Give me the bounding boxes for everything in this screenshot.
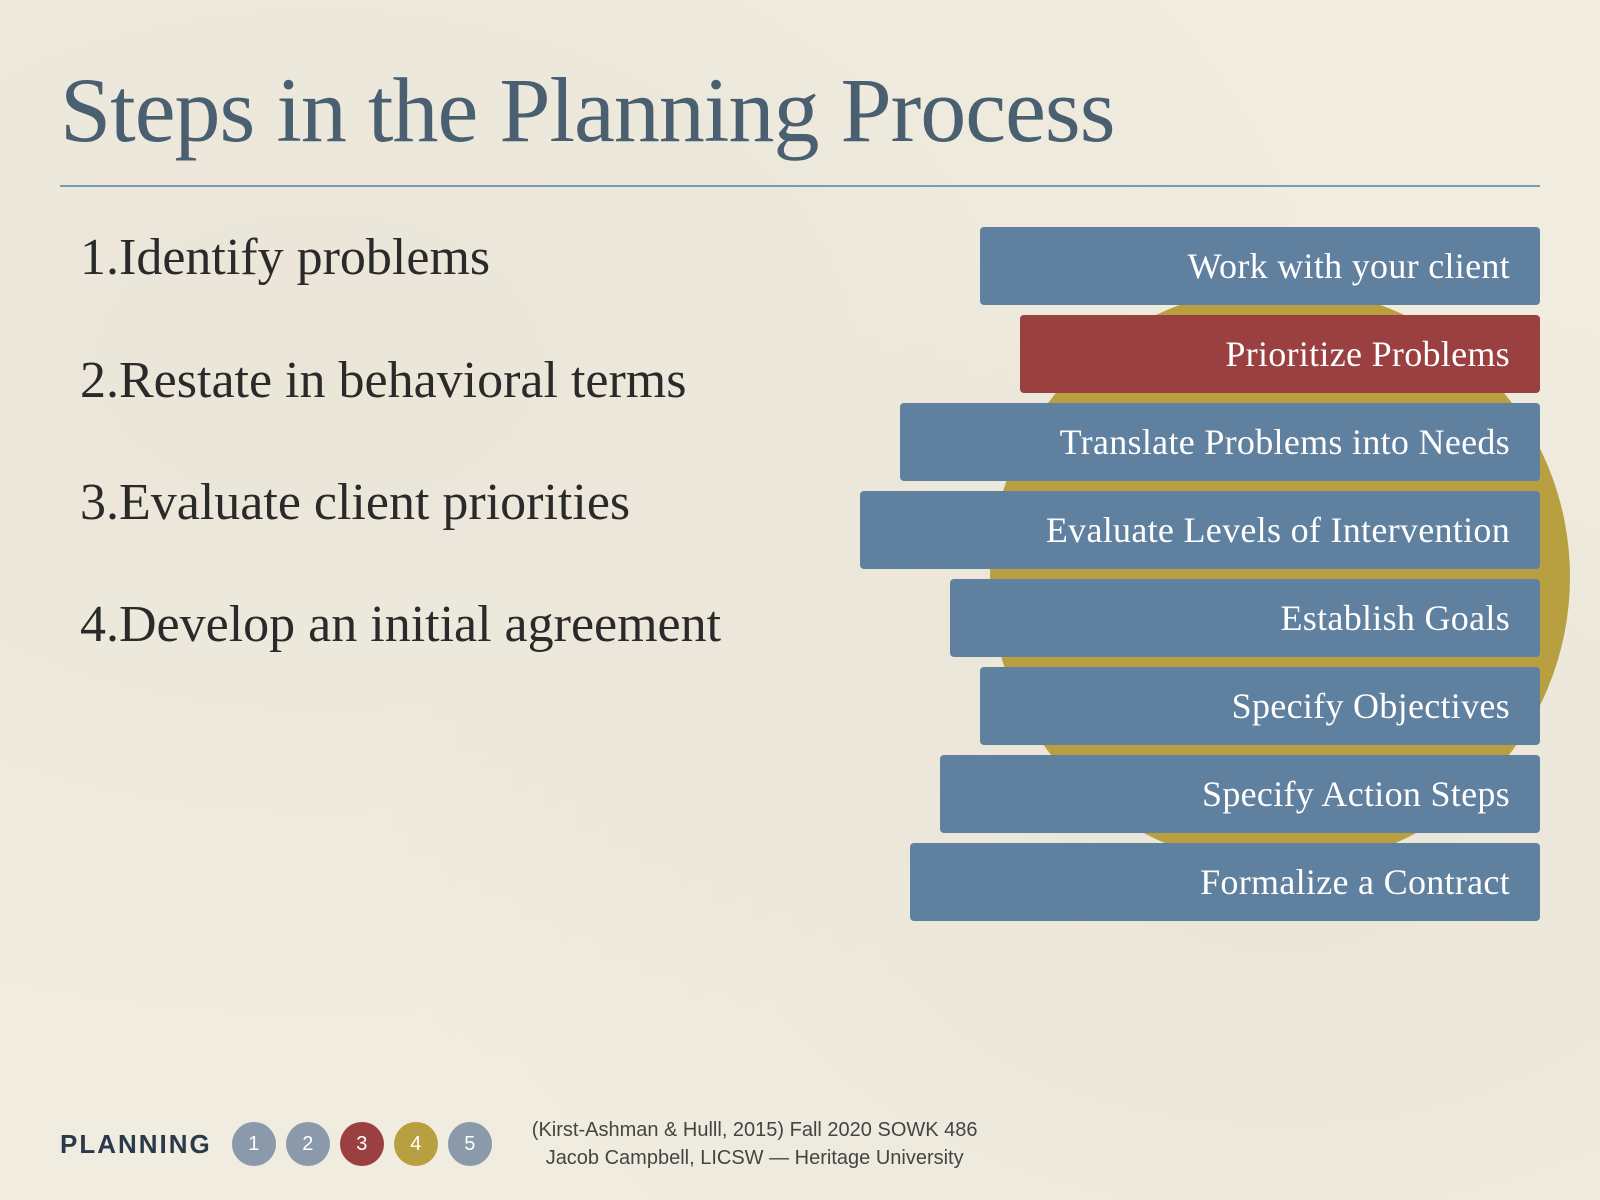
bar-formalize-contract: Formalize a Contract [910,843,1540,921]
dot-4[interactable]: 4 [394,1122,438,1166]
dot-3[interactable]: 3 [340,1122,384,1166]
dot-5[interactable]: 5 [448,1122,492,1166]
bar-formalize-contract-label: Formalize a Contract [1200,861,1510,903]
divider [60,185,1540,187]
step-1-text: 1.Identify problems [80,229,490,286]
step-4: 4.Develop an initial agreement [80,594,760,656]
slide: Steps in the Planning Process 1.Identify… [0,0,1600,1200]
bar-prioritize-problems: Prioritize Problems [1020,315,1540,393]
step-3-text: 3.Evaluate client priorities [80,474,630,531]
bar-establish-goals: Establish Goals [950,579,1540,657]
right-column: Work with your client Prioritize Problem… [760,227,1540,1007]
dot-2[interactable]: 2 [286,1122,330,1166]
bars-container: Work with your client Prioritize Problem… [760,227,1540,921]
bar-specify-objectives: Specify Objectives [980,667,1540,745]
step-3: 3.Evaluate client priorities [80,472,760,534]
footer-citation: (Kirst-Ashman & Hulll, 2015) Fall 2020 S… [532,1116,978,1172]
bar-specify-action-steps-label: Specify Action Steps [1202,773,1510,815]
step-1: 1.Identify problems [80,227,760,289]
bar-work-with-client: Work with your client [980,227,1540,305]
bar-work-with-client-label: Work with your client [1188,245,1510,287]
bar-translate-problems-label: Translate Problems into Needs [1060,421,1510,463]
bar-prioritize-problems-label: Prioritize Problems [1225,333,1510,375]
bar-evaluate-levels: Evaluate Levels of Intervention [860,491,1540,569]
bar-specify-objectives-label: Specify Objectives [1232,685,1510,727]
left-column: 1.Identify problems 2.Restate in behavio… [60,227,760,717]
step-2: 2.Restate in behavioral terms [80,350,760,412]
citation-line-2: Jacob Campbell, LICSW — Heritage Univers… [532,1144,978,1172]
slide-title: Steps in the Planning Process [60,60,1540,161]
footer: PLANNING 1 2 3 4 5 (Kirst-Ashman & Hulll… [60,1116,1540,1172]
dot-1[interactable]: 1 [232,1122,276,1166]
step-4-text: 4.Develop an initial agreement [80,596,721,653]
dot-navigation: 1 2 3 4 5 [232,1122,492,1166]
citation-line-1: (Kirst-Ashman & Hulll, 2015) Fall 2020 S… [532,1116,978,1144]
bar-establish-goals-label: Establish Goals [1281,597,1510,639]
footer-label: PLANNING [60,1129,212,1160]
main-content: 1.Identify problems 2.Restate in behavio… [60,227,1540,1007]
bar-translate-problems: Translate Problems into Needs [900,403,1540,481]
bar-evaluate-levels-label: Evaluate Levels of Intervention [1046,509,1510,551]
step-2-text: 2.Restate in behavioral terms [80,352,686,409]
bar-specify-action-steps: Specify Action Steps [940,755,1540,833]
